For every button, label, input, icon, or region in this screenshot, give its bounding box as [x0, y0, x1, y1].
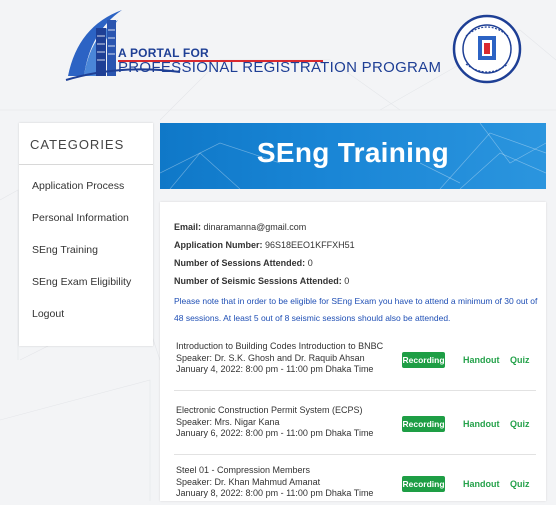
training-card: Email: dinaramanna@gmail.com Application…	[160, 202, 546, 501]
page-header: A PORTAL FOR PROFESSIONAL REGISTRATION P…	[0, 0, 556, 100]
session-item: Electronic Construction Permit System (E…	[174, 405, 536, 455]
sessions-attended-label: Number of Sessions Attended:	[174, 258, 306, 268]
session-details: Introduction to Building Codes Introduct…	[176, 341, 383, 376]
session-date: January 6, 2022: 8:00 pm - 11:00 pm Dhak…	[176, 428, 374, 438]
quiz-link[interactable]: Quiz	[510, 419, 530, 429]
seismic-sessions-row: Number of Seismic Sessions Attended: 0	[174, 276, 349, 286]
bangladesh-government-seal-icon	[452, 14, 522, 84]
sidebar-item-application-process[interactable]: Application Process	[32, 180, 124, 192]
categories-sidebar: CATEGORIES Application Process Personal …	[19, 123, 153, 346]
sidebar-item-logout[interactable]: Logout	[32, 308, 64, 320]
session-title: Electronic Construction Permit System (E…	[176, 405, 363, 415]
handout-link[interactable]: Handout	[463, 355, 500, 365]
logo-line1: A PORTAL FOR	[118, 46, 209, 60]
sessions-attended-row: Number of Sessions Attended: 0	[174, 258, 313, 268]
session-details: Electronic Construction Permit System (E…	[176, 405, 373, 440]
sidebar-divider	[19, 164, 153, 165]
sidebar-item-personal-information[interactable]: Personal Information	[32, 212, 129, 224]
handout-link[interactable]: Handout	[463, 479, 500, 489]
application-number-row: Application Number: 96S18EEO1KFFXH51	[174, 240, 355, 250]
application-number-value: 96S18EEO1KFFXH51	[265, 240, 355, 250]
session-details: Steel 01 - Compression Members Speaker: …	[176, 465, 373, 500]
sidebar-item-seng-training[interactable]: SEng Training	[32, 244, 98, 256]
logo-underline	[118, 60, 323, 62]
seismic-sessions-value: 0	[344, 276, 350, 286]
application-number-label: Application Number:	[174, 240, 263, 250]
recording-button[interactable]: Recording	[402, 416, 445, 432]
session-speaker: Speaker: Dr. Khan Mahmud Amanat	[176, 476, 321, 487]
seismic-sessions-label: Number of Seismic Sessions Attended:	[174, 276, 342, 286]
email-value: dinaramanna@gmail.com	[203, 222, 307, 232]
session-title: Steel 01 - Compression Members	[176, 465, 311, 475]
sidebar-title: CATEGORIES	[30, 137, 125, 152]
recording-button[interactable]: Recording	[402, 476, 445, 492]
session-date: January 8, 2022: 8:00 pm - 11:00 pm Dhak…	[176, 488, 374, 498]
session-divider	[174, 454, 536, 455]
handout-link[interactable]: Handout	[463, 419, 500, 429]
quiz-link[interactable]: Quiz	[510, 479, 530, 489]
session-title: Introduction to Building Codes Introduct…	[176, 341, 384, 351]
email-label: Email:	[174, 222, 202, 232]
eligibility-notice: Please note that in order to be eligible…	[174, 296, 538, 323]
quiz-link[interactable]: Quiz	[510, 355, 530, 365]
sessions-attended-value: 0	[307, 258, 313, 268]
session-speaker: Speaker: Dr. S.K. Ghosh and Dr. Raquib A…	[176, 352, 365, 363]
recording-button[interactable]: Recording	[402, 352, 445, 368]
session-item: Steel 01 - Compression Members Speaker: …	[174, 465, 536, 505]
session-date: January 4, 2022: 8:00 pm - 11:00 pm Dhak…	[176, 364, 374, 374]
session-item: Introduction to Building Codes Introduct…	[174, 341, 536, 391]
logo-line2: PROFESSIONAL REGISTRATION PROGRAM	[118, 59, 442, 76]
page-title: SEng Training	[256, 137, 450, 168]
email-row: Email: dinaramanna@gmail.com	[174, 222, 306, 232]
sidebar-item-seng-exam-eligibility[interactable]: SEng Exam Eligibility	[32, 276, 131, 288]
page-banner: SEng Training	[160, 123, 546, 189]
session-speaker: Speaker: Mrs. Nigar Kana	[176, 416, 280, 427]
session-divider	[174, 390, 536, 391]
